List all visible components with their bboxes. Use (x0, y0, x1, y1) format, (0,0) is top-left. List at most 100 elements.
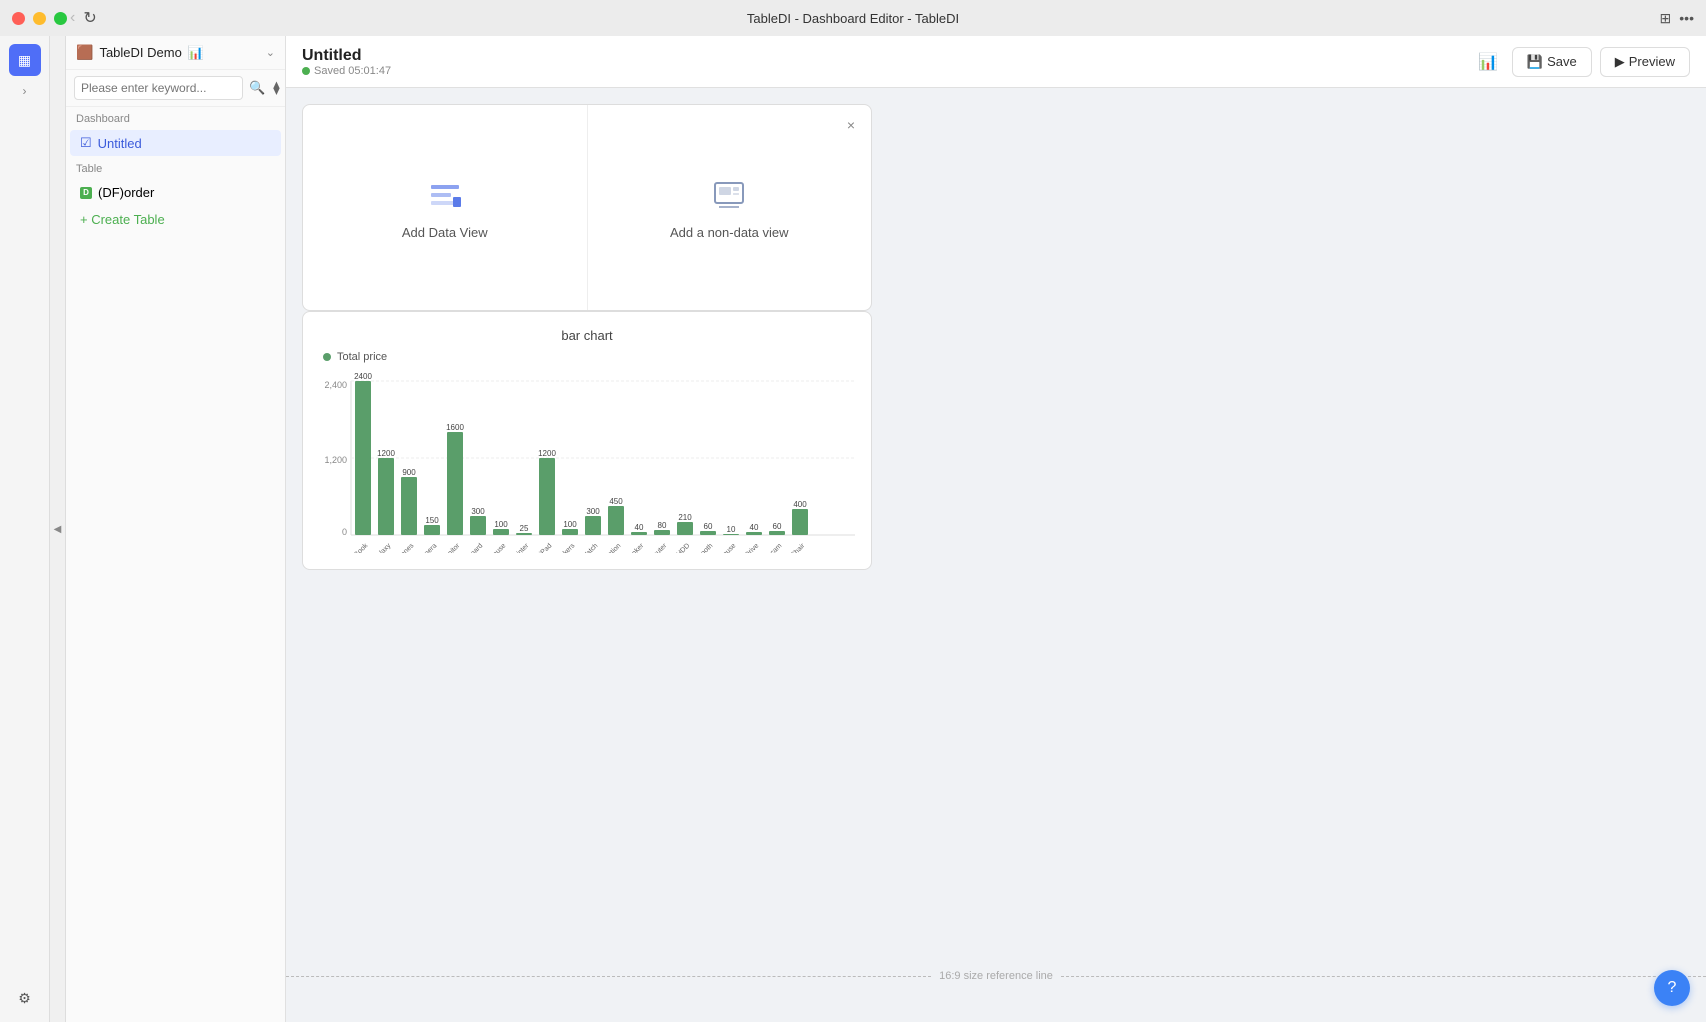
svg-text:40: 40 (750, 523, 759, 532)
search-button[interactable]: 🔍 (247, 78, 267, 98)
search-bar: 🔍 ⧫ + (66, 70, 285, 107)
dashboard-section-header: Dashboard (66, 107, 285, 129)
svg-text:25: 25 (520, 524, 529, 533)
icon-sidebar: ▦ › ⚙ (0, 36, 50, 1022)
title-bar: ‹ ↻ TableDI - Dashboard Editor - TableDI… (0, 0, 1706, 36)
help-button[interactable]: ? (1654, 970, 1690, 1006)
saved-status-text: Saved 05:01:47 (314, 65, 391, 77)
database-chevron-icon[interactable]: ⌄ (266, 46, 275, 59)
minimize-window-button[interactable] (33, 12, 46, 25)
preview-button[interactable]: ▶ Preview (1600, 47, 1690, 77)
svg-text:2400: 2400 (354, 373, 372, 381)
save-button[interactable]: 💾 Save (1512, 47, 1592, 77)
svg-text:2,400: 2,400 (324, 380, 347, 390)
svg-text:Sony Headphones: Sony Headphones (370, 542, 416, 553)
svg-text:40: 40 (635, 523, 644, 532)
left-panel: 🟫 TableDI Demo 📊 ⌄ 🔍 ⧫ + Dashboard ☑ Unt… (66, 36, 286, 1022)
add-data-view-label: Add Data View (402, 225, 488, 240)
refresh-button[interactable]: ↻ (83, 8, 96, 28)
filter-button[interactable]: ⧫ (271, 78, 281, 98)
svg-text:1200: 1200 (377, 449, 395, 458)
sidebar-item-dforder-label: (DF)order (98, 185, 154, 200)
create-table-item[interactable]: + Create Table (70, 207, 281, 232)
dashboard-icon-button[interactable]: ▦ (9, 44, 41, 76)
more-options-button[interactable]: ••• (1679, 10, 1694, 27)
chart-container: 2,400 1,200 0 2400 (319, 373, 855, 553)
svg-text:400: 400 (793, 500, 807, 509)
add-non-data-view-label: Add a non-data view (670, 225, 789, 240)
legend-label: Total price (337, 351, 387, 363)
title-bar-actions: ⊞ ••• (1660, 10, 1694, 27)
svg-text:1,200: 1,200 (324, 455, 347, 465)
create-table-label: + Create Table (80, 212, 165, 227)
svg-text:300: 300 (471, 507, 485, 516)
svg-text:1600: 1600 (446, 423, 464, 432)
add-data-view-option[interactable]: Add Data View (303, 105, 588, 310)
svg-text:1200: 1200 (538, 449, 556, 458)
search-input[interactable] (74, 76, 243, 100)
svg-text:Apple MacBook: Apple MacBook (330, 542, 370, 553)
svg-text:60: 60 (704, 522, 713, 531)
non-data-view-icon (709, 175, 749, 215)
screen-icon-button[interactable]: ⊞ (1660, 10, 1672, 27)
chart-panel: bar chart Total price 2,400 1,200 0 (302, 311, 872, 570)
save-button-label: Save (1547, 54, 1577, 69)
preview-icon: ▶ (1615, 54, 1625, 70)
svg-text:210: 210 (678, 513, 692, 522)
close-panel-button[interactable]: × (839, 113, 863, 137)
table-section-header: Table (66, 157, 285, 179)
bar-chart-svg: 2,400 1,200 0 2400 (319, 373, 855, 553)
close-window-button[interactable] (12, 12, 25, 25)
saved-indicator (302, 67, 310, 75)
gear-icon: ⚙ (18, 990, 31, 1007)
add-view-panel: × Add Data View (302, 104, 872, 311)
reference-line: 16:9 size reference line (286, 970, 1706, 982)
add-non-data-view-option[interactable]: Add a non-data view (588, 105, 872, 310)
svg-text:Logitech Keyboard: Logitech Keyboard (438, 542, 484, 553)
window-controls (12, 12, 67, 25)
svg-text:450: 450 (609, 497, 623, 506)
svg-text:10: 10 (727, 525, 736, 534)
window-title: TableDI - Dashboard Editor - TableDI (747, 11, 959, 26)
save-icon: 💾 (1527, 54, 1543, 70)
chart-icon-button[interactable]: 📊 (1472, 46, 1504, 78)
dashboard-title: Untitled (302, 47, 391, 65)
database-emoji-icon: 📊 (188, 45, 204, 61)
svg-text:80: 80 (658, 521, 667, 530)
collapse-panel-icon: ◀ (54, 524, 62, 535)
svg-text:100: 100 (563, 520, 577, 529)
sidebar-item-untitled[interactable]: ☑ Untitled (70, 130, 281, 156)
database-name-label: TableDI Demo (99, 45, 181, 60)
svg-text:0: 0 (342, 527, 347, 537)
preview-button-label: Preview (1629, 54, 1675, 69)
svg-text:300: 300 (586, 507, 600, 516)
reference-line-dashes-right (1061, 976, 1706, 977)
panel-toggle[interactable]: ◀ (50, 36, 66, 1022)
chart-title: bar chart (319, 328, 855, 343)
data-view-icon (425, 175, 465, 215)
main-content: Untitled Saved 05:01:47 📊 💾 Save ▶ Previ… (286, 36, 1706, 1022)
app-layout: ▦ › ⚙ ◀ 🟫 TableDI Demo 📊 ⌄ 🔍 ⧫ + Dashboa… (0, 36, 1706, 1022)
layout-icon: ▦ (18, 52, 31, 69)
maximize-window-button[interactable] (54, 12, 67, 25)
svg-text:Seagate Ext. HDD: Seagate Ext. HDD (646, 542, 691, 553)
sidebar-item-dforder[interactable]: D (DF)order (70, 180, 281, 205)
help-icon: ? (1668, 979, 1677, 997)
table-icon: D (80, 187, 92, 199)
legend-color-dot (323, 353, 331, 361)
toolbar-subtitle: Saved 05:01:47 (302, 65, 391, 77)
settings-icon-button[interactable]: ⚙ (9, 982, 41, 1014)
toolbar-right: 📊 💾 Save ▶ Preview (1472, 46, 1690, 78)
toolbar: Untitled Saved 05:01:47 📊 💾 Save ▶ Previ… (286, 36, 1706, 88)
svg-text:60: 60 (773, 522, 782, 531)
chart-legend: Total price (319, 351, 855, 363)
reference-line-dashes (286, 976, 931, 977)
svg-text:900: 900 (402, 468, 416, 477)
nav-buttons: ‹ ↻ (70, 8, 97, 28)
left-panel-header: 🟫 TableDI Demo 📊 ⌄ (66, 36, 285, 70)
toolbar-left: Untitled Saved 05:01:47 (302, 47, 391, 77)
expand-sidebar-button[interactable]: › (23, 84, 27, 98)
dashboard-area: × Add Data View (286, 88, 1706, 1022)
database-name: 🟫 TableDI Demo 📊 (76, 44, 204, 61)
back-button[interactable]: ‹ (70, 8, 75, 28)
